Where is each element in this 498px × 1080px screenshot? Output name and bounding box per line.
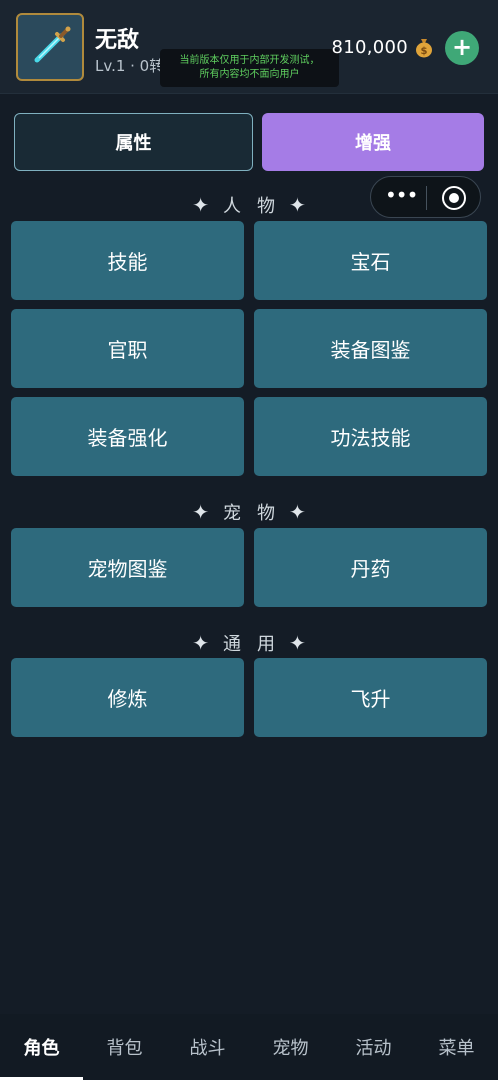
- elixir-button[interactable]: 丹药: [254, 528, 487, 607]
- ascend-button[interactable]: 飞升: [254, 658, 487, 737]
- add-gold-button[interactable]: +: [445, 31, 479, 65]
- sword-icon: [34, 26, 71, 63]
- official-rank-button[interactable]: 官职: [11, 309, 244, 388]
- tab-attributes[interactable]: 属性: [14, 113, 253, 171]
- player-level: Lv.1 · 0转: [95, 57, 165, 75]
- gold-amount: 810,000: [331, 36, 408, 58]
- player-name: 无敌: [95, 28, 140, 53]
- nav-backpack[interactable]: 背包: [83, 1014, 166, 1080]
- gold-display: 810,000 $: [331, 36, 434, 58]
- sparkle-icon: ✦: [289, 193, 306, 217]
- sparkle-icon: ✦: [289, 631, 306, 655]
- cultivate-button[interactable]: 修炼: [11, 658, 244, 737]
- sparkle-icon: ✦: [192, 631, 209, 655]
- nav-pets[interactable]: 宠物: [249, 1014, 332, 1080]
- sparkle-icon: ✦: [192, 500, 209, 524]
- sparkle-icon: ✦: [289, 500, 306, 524]
- nav-menu[interactable]: 菜单: [415, 1014, 498, 1080]
- skills-button[interactable]: 技能: [11, 221, 244, 300]
- section-title-text: 宠物: [223, 503, 291, 524]
- svg-text:$: $: [421, 46, 428, 57]
- nav-battle[interactable]: 战斗: [166, 1014, 249, 1080]
- sparkle-icon: ✦: [192, 193, 209, 217]
- section-title-general: ✦ 通用 ✦: [0, 630, 498, 656]
- section-title-text: 通用: [223, 634, 291, 655]
- section-title-text: 人物: [223, 196, 291, 217]
- section-title-character: ✦ 人物 ✦: [0, 192, 498, 218]
- gems-button[interactable]: 宝石: [254, 221, 487, 300]
- equipment-enhance-button[interactable]: 装备强化: [11, 397, 244, 476]
- money-bag-icon: $: [416, 39, 432, 58]
- equipment-codex-button[interactable]: 装备图鉴: [254, 309, 487, 388]
- nav-character[interactable]: 角色: [0, 1014, 83, 1080]
- bottom-nav: 角色 背包 战斗 宠物 活动 菜单: [0, 1014, 498, 1080]
- tab-enhance[interactable]: 增强: [262, 113, 484, 171]
- section-title-pets: ✦ 宠物 ✦: [0, 499, 498, 525]
- pet-codex-button[interactable]: 宠物图鉴: [11, 528, 244, 607]
- dev-notice-line2: 所有内容均不面向用户: [199, 69, 300, 80]
- top-bar: 无敌 Lv.1 · 0转 当前版本仅用于内部开发测试， 所有内容均不面向用户 8…: [0, 0, 498, 94]
- avatar[interactable]: [16, 13, 84, 81]
- dev-notice-line1: 当前版本仅用于内部开发测试，: [179, 55, 320, 66]
- dev-notice-toast: 当前版本仅用于内部开发测试， 所有内容均不面向用户: [160, 49, 339, 87]
- technique-skills-button[interactable]: 功法技能: [254, 397, 487, 476]
- nav-activities[interactable]: 活动: [332, 1014, 415, 1080]
